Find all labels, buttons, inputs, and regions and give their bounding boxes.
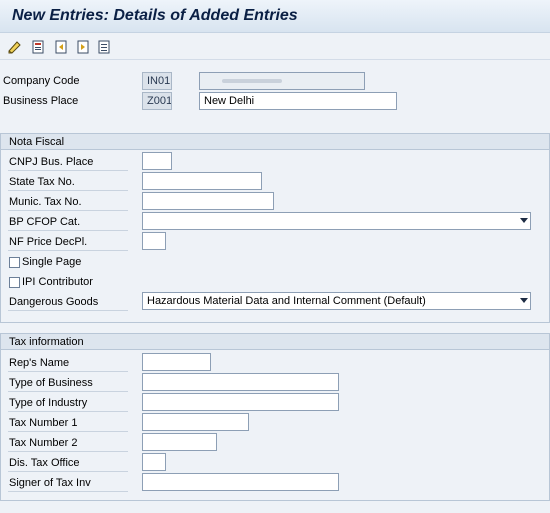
tax-information-title: Tax information — [9, 336, 84, 348]
edit-pencil-button[interactable] — [6, 38, 24, 56]
business-place-name-field[interactable]: New Delhi — [199, 92, 397, 110]
tax-number-1-input[interactable] — [142, 413, 249, 431]
company-code-field[interactable]: IN01 — [142, 72, 172, 90]
tax-information-header: Tax information — [1, 334, 549, 350]
single-page-checkbox[interactable] — [9, 257, 20, 268]
tax-number-2-label: Tax Number 2 — [9, 437, 78, 449]
title-bar: New Entries: Details of Added Entries — [0, 0, 550, 33]
bp-cfop-dropdown[interactable] — [142, 212, 531, 230]
application-toolbar — [0, 34, 550, 60]
munic-tax-label: Munic. Tax No. — [9, 196, 82, 208]
reps-name-label: Rep's Name — [9, 357, 70, 369]
field-separator — [8, 471, 128, 472]
previous-entry-icon — [55, 40, 67, 54]
state-tax-label: State Tax No. — [9, 176, 75, 188]
next-entry-button[interactable] — [74, 38, 92, 56]
field-separator — [8, 371, 128, 372]
type-of-industry-input[interactable] — [142, 393, 339, 411]
type-of-industry-label: Type of Industry — [9, 397, 88, 409]
tax-number-2-input[interactable] — [142, 433, 217, 451]
field-separator — [8, 170, 128, 171]
nota-fiscal-title: Nota Fiscal — [9, 136, 65, 148]
save-doc-button[interactable] — [29, 38, 47, 56]
list-view-icon — [98, 40, 110, 54]
business-place-label: Business Place — [3, 95, 79, 107]
dis-tax-office-label: Dis. Tax Office — [9, 457, 80, 469]
dangerous-goods-value: Hazardous Material Data and Internal Com… — [147, 295, 426, 307]
save-doc-icon — [32, 40, 44, 54]
field-separator — [8, 491, 128, 492]
munic-tax-input[interactable] — [142, 192, 274, 210]
nota-fiscal-header: Nota Fiscal — [1, 134, 549, 150]
signer-of-tax-inv-input[interactable] — [142, 473, 339, 491]
field-separator — [8, 391, 128, 392]
cnpj-label: CNPJ Bus. Place — [9, 156, 94, 168]
cnpj-input[interactable] — [142, 152, 172, 170]
bp-cfop-label: BP CFOP Cat. — [9, 216, 81, 228]
field-separator — [8, 230, 128, 231]
ipi-contributor-label: IPI Contributor — [22, 276, 93, 288]
chevron-down-icon[interactable] — [520, 218, 528, 223]
signer-of-tax-inv-label: Signer of Tax Inv — [9, 477, 91, 489]
dis-tax-office-input[interactable] — [142, 453, 166, 471]
field-separator — [8, 310, 128, 311]
type-of-business-input[interactable] — [142, 373, 339, 391]
field-separator — [8, 210, 128, 211]
nf-price-label: NF Price DecPl. — [9, 236, 88, 248]
company-code-label: Company Code — [3, 75, 80, 87]
edit-pencil-icon — [8, 41, 21, 54]
reps-name-input[interactable] — [142, 353, 211, 371]
type-of-business-label: Type of Business — [9, 377, 93, 389]
redacted-text-mark — [222, 79, 282, 83]
single-page-label: Single Page — [22, 256, 82, 268]
dangerous-goods-label: Dangerous Goods — [9, 296, 99, 308]
tax-number-1-label: Tax Number 1 — [9, 417, 78, 429]
business-place-field[interactable]: Z001 — [142, 92, 172, 110]
chevron-down-icon[interactable] — [520, 298, 528, 303]
field-separator — [8, 190, 128, 191]
state-tax-input[interactable] — [142, 172, 262, 190]
ipi-contributor-checkbox[interactable] — [9, 277, 20, 288]
field-separator — [8, 411, 128, 412]
field-separator — [8, 451, 128, 452]
page-title: New Entries: Details of Added Entries — [12, 7, 298, 24]
next-entry-icon — [77, 40, 89, 54]
dangerous-goods-dropdown[interactable]: Hazardous Material Data and Internal Com… — [142, 292, 531, 310]
nf-price-input[interactable] — [142, 232, 166, 250]
previous-entry-button[interactable] — [52, 38, 70, 56]
list-view-button[interactable] — [95, 38, 113, 56]
company-name-field[interactable] — [199, 72, 365, 90]
field-separator — [8, 431, 128, 432]
field-separator — [8, 250, 128, 251]
